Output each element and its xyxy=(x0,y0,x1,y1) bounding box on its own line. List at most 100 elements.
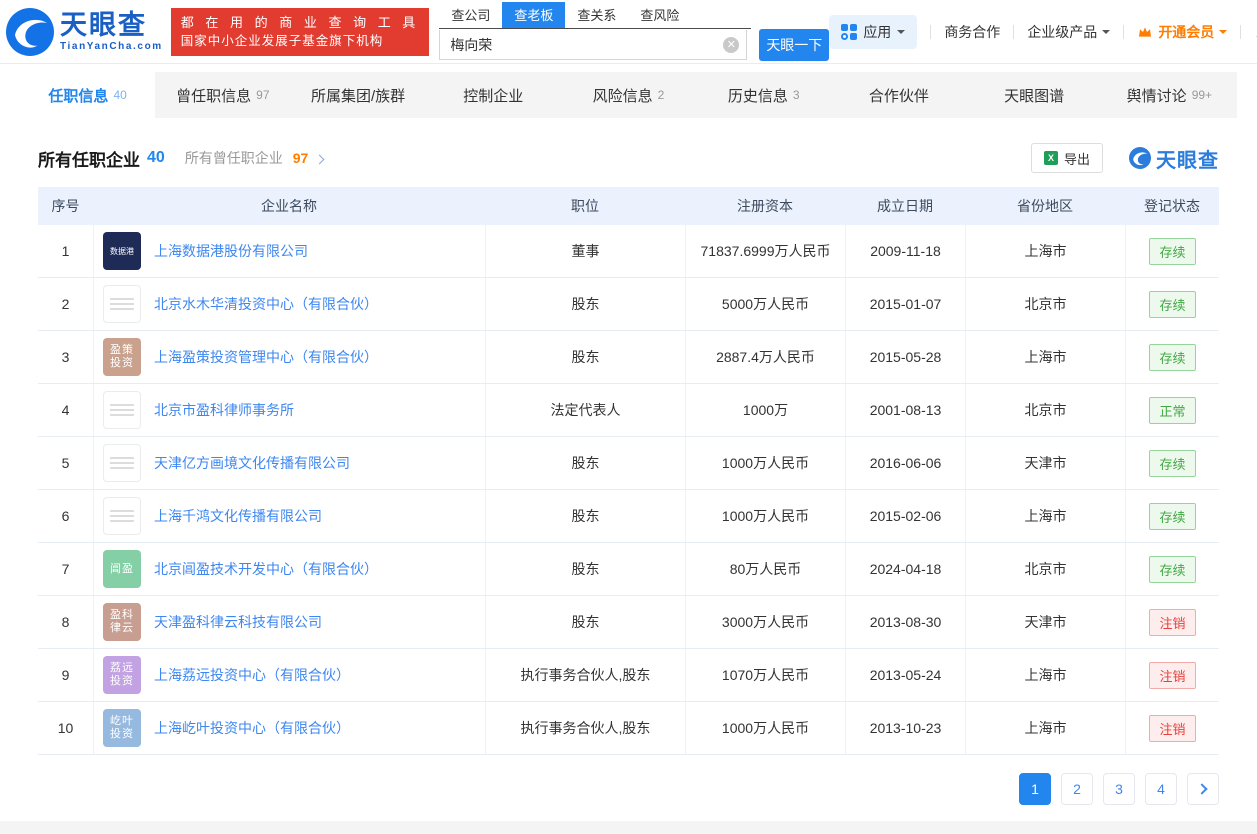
company-link[interactable]: 北京阊盈技术开发中心（有限合伙） xyxy=(154,559,378,579)
search-tab[interactable]: 查老板 xyxy=(502,2,566,28)
company-logo: 阊盈 xyxy=(103,550,141,588)
position-cell: 股东 xyxy=(485,437,685,489)
tab-风险信息[interactable]: 风险信息 2 xyxy=(561,72,696,118)
date-cell: 2015-02-06 xyxy=(845,490,965,542)
vip-menu[interactable]: 开通会员 xyxy=(1137,22,1228,42)
row-index: 2 xyxy=(61,296,70,312)
site-domain: TianYanCha.com xyxy=(60,40,163,52)
table-row: 4 北京市盈科律师事务所 法定代表人 1000万 2001-08-13 北京市 … xyxy=(38,384,1219,437)
position-cell: 法定代表人 xyxy=(485,384,685,436)
search-tab[interactable]: 查风险 xyxy=(628,2,691,28)
province-cell: 北京市 xyxy=(965,543,1125,595)
section-tabbar: 任职信息 40 曾任职信息 97 所属集团/族群 控制企业 风险信息 2 历史信息 3 合作伙伴 天眼… xyxy=(20,72,1237,118)
company-logo xyxy=(103,497,141,535)
company-logo: 屹叶 投资 xyxy=(103,709,141,747)
company-link[interactable]: 上海千鸿文化传播有限公司 xyxy=(154,506,322,526)
top-nav: 应用 商务合作 企业级产品 开通会员 xyxy=(829,14,1257,49)
chevron-down-icon xyxy=(897,29,906,38)
capital-cell: 80万人民币 xyxy=(685,543,845,595)
company-logo: 盈科 律云 xyxy=(103,603,141,641)
table-body: 1 数据港 上海数据港股份有限公司 董事 71837.6999万人民币 2009… xyxy=(38,225,1219,755)
former-positions-label: 所有曾任职企业 xyxy=(184,150,283,166)
date-cell: 2013-08-30 xyxy=(845,596,965,648)
section-title: 所有任职企业 xyxy=(38,150,140,170)
province-cell: 上海市 xyxy=(965,649,1125,701)
date-cell: 2001-08-13 xyxy=(845,384,965,436)
company-link[interactable]: 天津盈科律云科技有限公司 xyxy=(154,612,322,632)
page: 天眼查 TianYanCha.com 都 在 用 的 商 业 查 询 工 具 国… xyxy=(0,0,1257,834)
page-button-1[interactable]: 1 xyxy=(1019,773,1051,805)
slogan-line2: 国家中小企业发展子基金旗下机构 xyxy=(180,33,384,48)
table-row: 5 天津亿方画境文化传播有限公司 股东 1000万人民币 2016-06-06 … xyxy=(38,437,1219,490)
capital-cell: 3000万人民币 xyxy=(685,596,845,648)
company-link[interactable]: 天津亿方画境文化传播有限公司 xyxy=(154,453,350,473)
capital-cell: 1000万人民币 xyxy=(685,490,845,542)
table-row: 2 北京水木华清投资中心（有限合伙） 股东 5000万人民币 2015-01-0… xyxy=(38,278,1219,331)
company-logo xyxy=(103,444,141,482)
company-link[interactable]: 上海屹叶投资中心（有限合伙） xyxy=(154,718,350,738)
tab-舆情讨论[interactable]: 舆情讨论 99+ xyxy=(1102,72,1237,118)
tab-所属集团/族群[interactable]: 所属集团/族群 xyxy=(290,72,425,118)
table-row: 10 屹叶 投资 上海屹叶投资中心（有限合伙） 执行事务合伙人,股东 1000万人… xyxy=(38,702,1219,755)
date-cell: 2009-11-18 xyxy=(845,225,965,277)
table-row: 9 荔远 投资 上海荔远投资中心（有限合伙） 执行事务合伙人,股东 1070万人民… xyxy=(38,649,1219,702)
date-cell: 2015-05-28 xyxy=(845,331,965,383)
page-button-4[interactable]: 4 xyxy=(1145,773,1177,805)
former-positions-count: 97 xyxy=(292,150,309,166)
status-badge: 正常 xyxy=(1149,396,1196,424)
company-logo: 荔远 投资 xyxy=(103,656,141,694)
watermark-text: 天眼查 xyxy=(1156,149,1219,172)
tab-合作伙伴[interactable]: 合作伙伴 xyxy=(831,72,966,118)
capital-cell: 5000万人民币 xyxy=(685,278,845,330)
table-header: 序号 企业名称 职位 注册资本 成立日期 省份地区 登记状态 xyxy=(38,187,1219,225)
capital-cell: 1000万人民币 xyxy=(685,702,845,754)
excel-icon: X xyxy=(1043,151,1058,165)
site-logo[interactable]: 天眼查 TianYanCha.com xyxy=(6,7,163,56)
tab-控制企业[interactable]: 控制企业 xyxy=(426,72,561,118)
chevron-down-icon xyxy=(1102,29,1111,38)
tab-历史信息[interactable]: 历史信息 3 xyxy=(696,72,831,118)
company-link[interactable]: 北京市盈科律师事务所 xyxy=(154,400,294,420)
company-logo xyxy=(103,391,141,429)
tab-曾任职信息[interactable]: 曾任职信息 97 xyxy=(155,72,290,118)
nav-item-enterprise[interactable]: 企业级产品 xyxy=(1027,22,1111,42)
row-index: 9 xyxy=(61,667,70,683)
province-cell: 上海市 xyxy=(965,490,1125,542)
company-link[interactable]: 上海荔远投资中心（有限合伙） xyxy=(154,665,350,685)
page-button-3[interactable]: 3 xyxy=(1103,773,1135,805)
tab-任职信息[interactable]: 任职信息 40 xyxy=(20,72,156,118)
status-badge: 存续 xyxy=(1149,449,1196,477)
company-link[interactable]: 北京水木华清投资中心（有限合伙） xyxy=(154,294,378,314)
tab-天眼图谱[interactable]: 天眼图谱 xyxy=(967,72,1102,118)
nav-item-business[interactable]: 商务合作 xyxy=(944,22,1000,42)
province-cell: 上海市 xyxy=(965,331,1125,383)
company-link[interactable]: 上海盈策投资管理中心（有限合伙） xyxy=(154,347,378,367)
date-cell: 2013-10-23 xyxy=(845,702,965,754)
position-cell: 执行事务合伙人,股东 xyxy=(485,702,685,754)
province-cell: 上海市 xyxy=(965,702,1125,754)
capital-cell: 71837.6999万人民币 xyxy=(685,225,845,277)
chevron-right-icon xyxy=(1195,783,1208,795)
row-index: 10 xyxy=(57,720,74,736)
former-positions-link[interactable]: 所有曾任职企业 97 xyxy=(184,148,325,168)
company-logo: 数据港 xyxy=(103,232,141,270)
export-button[interactable]: X 导出 xyxy=(1030,143,1103,173)
site-name: 天眼查 xyxy=(60,9,147,40)
page-button-2[interactable]: 2 xyxy=(1061,773,1093,805)
company-link[interactable]: 上海数据港股份有限公司 xyxy=(154,241,308,261)
chevron-right-icon xyxy=(314,154,325,165)
next-page-button[interactable] xyxy=(1187,773,1219,805)
column-header: 注册资本 xyxy=(737,198,793,214)
search-button[interactable]: 天眼一下 xyxy=(759,29,830,61)
footer-strip xyxy=(0,821,1257,834)
search-tab[interactable]: 查关系 xyxy=(565,2,628,28)
search-input[interactable] xyxy=(439,30,748,60)
search-tab[interactable]: 查公司 xyxy=(439,2,502,28)
divider xyxy=(1240,24,1242,39)
apps-menu[interactable]: 应用 xyxy=(829,14,918,49)
pagination: 1234 xyxy=(38,773,1219,805)
row-index: 4 xyxy=(61,402,70,418)
capital-cell: 1070万人民币 xyxy=(685,649,845,701)
divider xyxy=(1123,24,1125,39)
province-cell: 北京市 xyxy=(965,384,1125,436)
